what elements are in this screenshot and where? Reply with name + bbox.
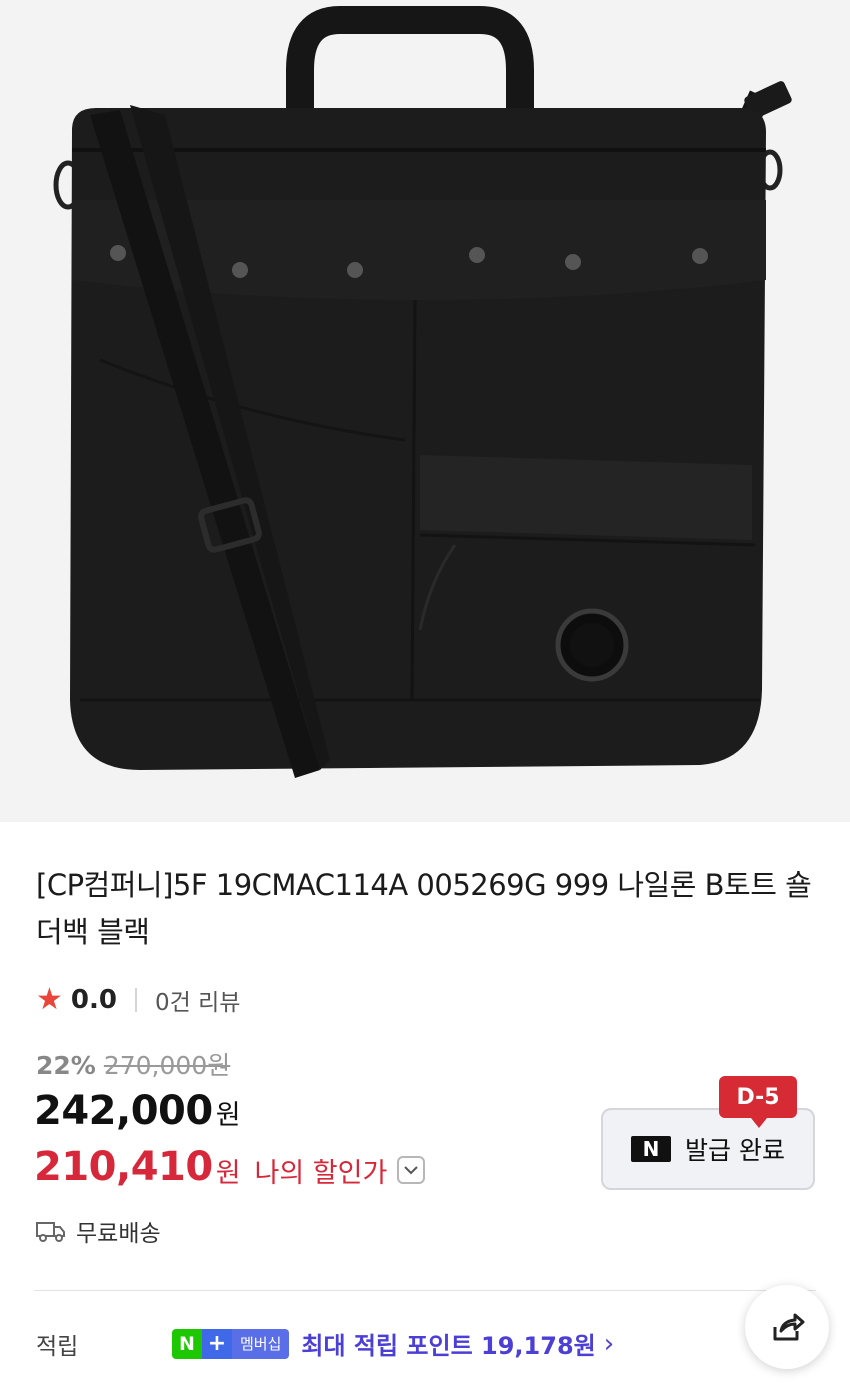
naver-membership-badge: N + 멤버십 xyxy=(172,1328,290,1359)
points-label: 적립 xyxy=(36,1333,79,1360)
original-price: 270,000원 xyxy=(103,1051,231,1080)
sale-price-value: 242,000 xyxy=(34,1088,213,1134)
product-image[interactable] xyxy=(0,0,850,822)
shipping-label: 무료배송 xyxy=(76,1221,161,1247)
truck-icon xyxy=(36,1222,65,1242)
my-price-value: 210,410 xyxy=(34,1144,213,1190)
dday-badge: D-5 xyxy=(719,1076,797,1128)
coupon-status-label: 발급 완료 xyxy=(685,1136,785,1165)
rating-summary[interactable]: ★ 0.0 0건 리뷰 xyxy=(36,982,240,1018)
sale-price-unit: 원 xyxy=(215,1100,241,1131)
review-count-link[interactable]: 0건 리뷰 xyxy=(155,983,240,1017)
naver-n-logo-icon: N xyxy=(631,1136,672,1162)
points-row[interactable]: 적립 N + 멤버십 최대 적립 포인트 19,178원 › xyxy=(36,1326,736,1361)
share-button[interactable] xyxy=(745,1285,829,1369)
my-discount-price[interactable]: 210,410 원 나의 할인가 xyxy=(34,1144,426,1190)
product-title: [CP컴퍼니]5F 19CMAC114A 005269G 999 나일론 B토트… xyxy=(36,868,812,949)
coupon-button[interactable]: N 발급 완료 xyxy=(601,1108,815,1190)
section-divider xyxy=(34,1290,816,1291)
sale-price: 242,000 원 xyxy=(34,1088,241,1134)
badge-n: N xyxy=(172,1328,202,1359)
shipping-info: 무료배송 xyxy=(36,1214,161,1248)
share-icon xyxy=(773,1313,805,1341)
discount-rate: 22% xyxy=(36,1051,96,1080)
rating-score: 0.0 xyxy=(70,985,117,1015)
max-points-link[interactable]: 최대 적립 포인트 19,178원 xyxy=(301,1326,595,1361)
divider xyxy=(134,988,137,1012)
chevron-down-icon[interactable] xyxy=(397,1156,426,1184)
star-icon: ★ xyxy=(36,982,63,1017)
chevron-right-icon: › xyxy=(603,1328,615,1359)
badge-membership: 멤버십 xyxy=(232,1328,290,1359)
badge-plus: + xyxy=(202,1328,232,1359)
discount-line: 22% 270,000원 xyxy=(36,1046,230,1082)
my-price-label: 나의 할인가 xyxy=(254,1157,388,1189)
my-price-unit: 원 xyxy=(215,1157,241,1189)
